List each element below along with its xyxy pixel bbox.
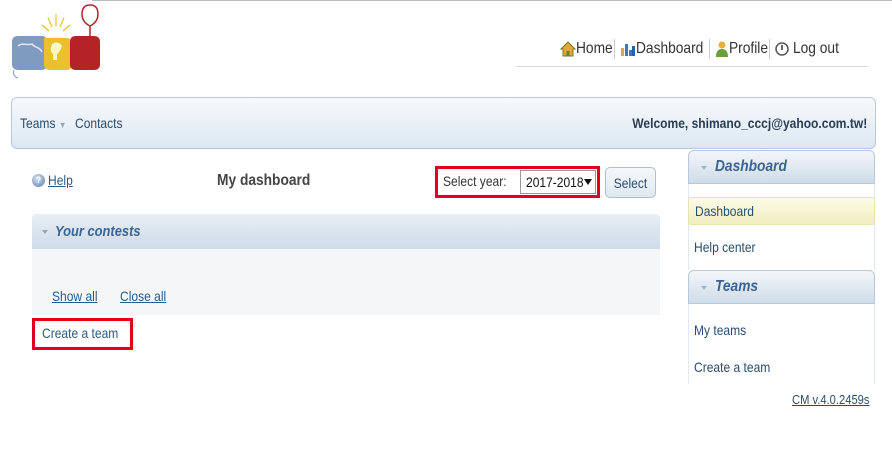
select-button[interactable]: Select <box>605 167 656 198</box>
nav-underline <box>516 66 868 67</box>
sidebar-item-create-team[interactable]: Create a team <box>688 353 875 381</box>
menu-contacts[interactable]: Contacts <box>75 115 123 131</box>
select-button-label: Select <box>613 174 648 191</box>
nav-profile-label: Profile <box>728 40 768 57</box>
nav-divider <box>708 39 710 59</box>
nav-divider <box>613 39 615 59</box>
sidebar-teams-header[interactable]: Teams <box>688 270 875 304</box>
sidebar-item-label: My teams <box>694 322 747 338</box>
year-select-value: 2017-2018 <box>526 174 584 190</box>
close-all-link[interactable]: Close all <box>120 288 166 304</box>
collapse-arrow-icon <box>701 166 707 170</box>
your-contests-title: Your contests <box>55 223 141 240</box>
nav-logout-label: Log out <box>793 40 840 57</box>
top-border <box>92 0 892 1</box>
nav-dashboard-label: Dashboard <box>635 40 704 57</box>
nav-divider <box>769 39 771 59</box>
welcome-message: Welcome, shimano_cccj@yahoo.com.tw! <box>594 115 867 131</box>
sidebar-dashboard-header[interactable]: Dashboard <box>688 150 875 184</box>
sidebar-dashboard-title: Dashboard <box>715 158 787 175</box>
show-all-link[interactable]: Show all <box>52 288 98 304</box>
top-navigation: Home Dashboard Profile Log out <box>560 37 840 61</box>
nav-dashboard[interactable]: Dashboard <box>620 40 704 58</box>
sidebar-item-my-teams[interactable]: My teams <box>688 316 875 344</box>
create-team-link[interactable]: Create a team <box>42 325 118 341</box>
user-icon <box>715 41 728 57</box>
home-icon <box>560 41 576 57</box>
sidebar-item-help-center[interactable]: Help center <box>688 233 875 261</box>
menu-teams[interactable]: Teams ▼ <box>20 115 66 131</box>
your-contests-panel <box>32 249 660 315</box>
year-select[interactable]: 2017-2018 <box>520 170 596 194</box>
help-link[interactable]: ? Help <box>32 172 77 188</box>
cm-logo <box>12 4 100 79</box>
collapse-arrow-icon <box>701 286 707 290</box>
sidebar-teams-title: Teams <box>715 278 759 295</box>
nav-home-label: Home <box>576 40 613 57</box>
page-title: My dashboard <box>217 172 311 189</box>
select-arrow-icon <box>584 179 592 185</box>
your-contests-header[interactable]: Your contests <box>32 214 660 249</box>
sidebar-item-dashboard[interactable]: Dashboard <box>688 197 875 225</box>
nav-profile[interactable]: Profile <box>715 40 768 58</box>
select-year-label: Select year: <box>443 173 507 189</box>
bar-chart-icon <box>620 44 635 56</box>
help-icon: ? <box>32 173 45 187</box>
menu-teams-label: Teams <box>20 115 56 131</box>
nav-home[interactable]: Home <box>560 40 613 58</box>
collapse-arrow-icon <box>42 230 48 234</box>
help-label: Help <box>48 172 73 188</box>
power-icon <box>775 42 790 56</box>
dropdown-arrow-icon: ▼ <box>58 120 67 130</box>
welcome-text: Welcome, shimano_cccj@yahoo.com.tw! <box>632 115 867 131</box>
sidebar-item-label: Help center <box>694 239 756 255</box>
menu-bar: Teams ▼ Contacts Welcome, shimano_cccj@y… <box>11 97 876 149</box>
sidebar-item-label: Create a team <box>694 359 771 375</box>
nav-logout[interactable]: Log out <box>775 40 840 58</box>
version-link[interactable]: CM v.4.0.2459s <box>792 392 869 407</box>
sidebar-item-label: Dashboard <box>695 203 754 219</box>
